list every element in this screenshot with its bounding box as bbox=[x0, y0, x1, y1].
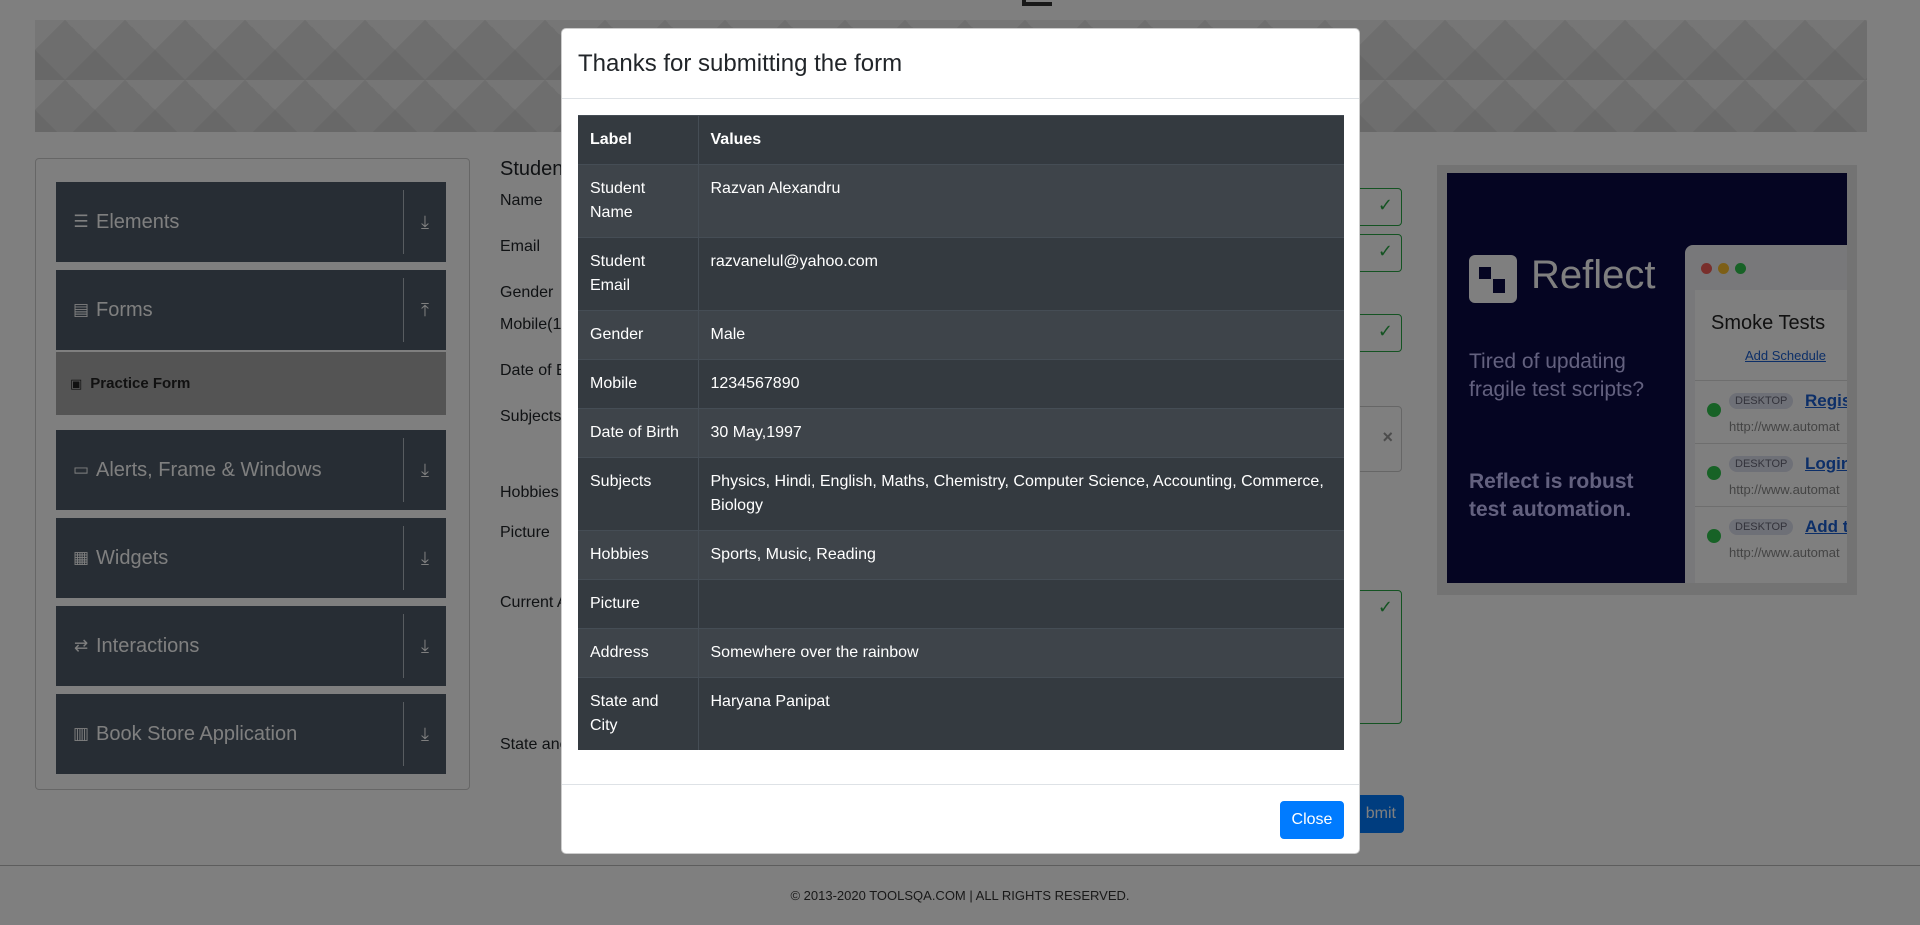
table-row: Student Name Razvan Alexandru bbox=[578, 164, 1344, 238]
table-row: Picture bbox=[578, 579, 1344, 629]
row-label: Gender bbox=[578, 310, 699, 360]
row-value: Razvan Alexandru bbox=[698, 164, 1344, 238]
modal-title: Thanks for submitting the form bbox=[578, 49, 903, 77]
close-button[interactable]: Close bbox=[1280, 801, 1344, 839]
table-row: Mobile 1234567890 bbox=[578, 359, 1344, 409]
table-row: Hobbies Sports, Music, Reading bbox=[578, 530, 1344, 580]
modal-footer: Close bbox=[562, 784, 1359, 854]
submission-modal: Thanks for submitting the form Label Val… bbox=[561, 28, 1360, 854]
row-label: Mobile bbox=[578, 359, 699, 409]
table-row: Student Email razvanelul@yahoo.com bbox=[578, 237, 1344, 311]
row-label: Subjects bbox=[578, 457, 699, 531]
row-value bbox=[698, 579, 1344, 629]
table-row: Gender Male bbox=[578, 310, 1344, 360]
table-row: Subjects Physics, Hindi, English, Maths,… bbox=[578, 457, 1344, 531]
row-value: Physics, Hindi, English, Maths, Chemistr… bbox=[698, 457, 1344, 531]
row-label: Date of Birth bbox=[578, 408, 699, 458]
table-row: Date of Birth 30 May,1997 bbox=[578, 408, 1344, 458]
row-value: Haryana Panipat bbox=[698, 677, 1344, 750]
row-label: Hobbies bbox=[578, 530, 699, 580]
row-label: Student Name bbox=[578, 164, 699, 238]
row-value: 1234567890 bbox=[698, 359, 1344, 409]
row-value: 30 May,1997 bbox=[698, 408, 1344, 458]
row-value: Sports, Music, Reading bbox=[698, 530, 1344, 580]
row-label: State and City bbox=[578, 677, 699, 750]
table-header-row: Label Values bbox=[578, 115, 1344, 165]
modal-header: Thanks for submitting the form bbox=[562, 29, 1359, 99]
row-label: Address bbox=[578, 628, 699, 678]
row-value: razvanelul@yahoo.com bbox=[698, 237, 1344, 311]
results-table: Label Values Student Name Razvan Alexand… bbox=[578, 115, 1344, 750]
modal-body: Label Values Student Name Razvan Alexand… bbox=[578, 115, 1344, 750]
column-header-label: Label bbox=[578, 115, 699, 165]
row-value: Male bbox=[698, 310, 1344, 360]
row-label: Picture bbox=[578, 579, 699, 629]
table-row: State and City Haryana Panipat bbox=[578, 677, 1344, 750]
row-value: Somewhere over the rainbow bbox=[698, 628, 1344, 678]
table-row: Address Somewhere over the rainbow bbox=[578, 628, 1344, 678]
row-label: Student Email bbox=[578, 237, 699, 311]
column-header-values: Values bbox=[698, 115, 1344, 165]
